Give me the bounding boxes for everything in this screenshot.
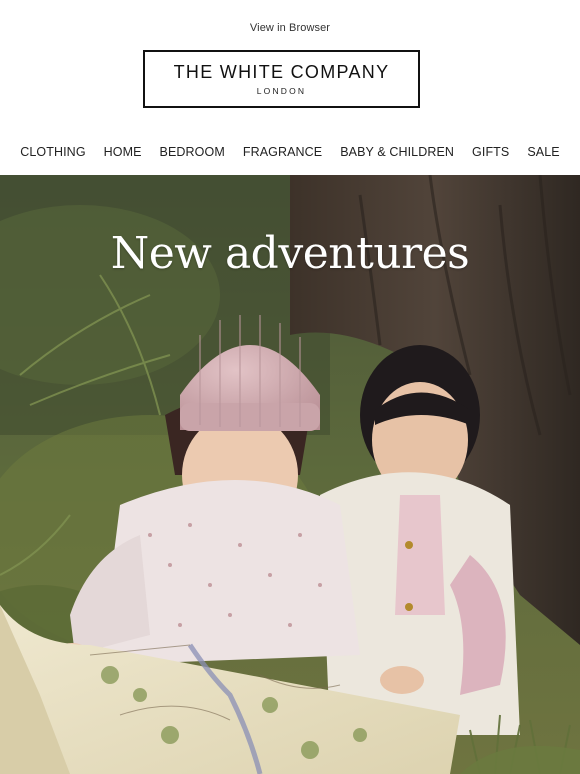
- brand-logo[interactable]: THE WHITE COMPANY LONDON: [143, 50, 420, 108]
- nav-item-home[interactable]: HOME: [95, 145, 151, 161]
- nav-item-sale[interactable]: SALE: [518, 145, 568, 161]
- nav-item-clothing[interactable]: CLOTHING: [11, 145, 94, 161]
- main-navigation: CLOTHING HOME BEDROOM FRAGRANCE BABY & C…: [0, 145, 580, 161]
- brand-location: LONDON: [256, 86, 307, 96]
- nav-item-baby-children[interactable]: BABY & CHILDREN: [331, 145, 463, 161]
- view-in-browser-link[interactable]: View in Browser: [0, 22, 580, 34]
- hero-headline: New adventures: [110, 228, 470, 279]
- email-header: View in Browser THE WHITE COMPANY LONDON…: [0, 0, 580, 175]
- hero-banner[interactable]: New adventures: [0, 175, 580, 774]
- nav-item-fragrance[interactable]: FRAGRANCE: [234, 145, 331, 161]
- nav-item-bedroom[interactable]: BEDROOM: [151, 145, 234, 161]
- nav-item-gifts[interactable]: GIFTS: [463, 145, 518, 161]
- brand-name: THE WHITE COMPANY: [173, 62, 390, 82]
